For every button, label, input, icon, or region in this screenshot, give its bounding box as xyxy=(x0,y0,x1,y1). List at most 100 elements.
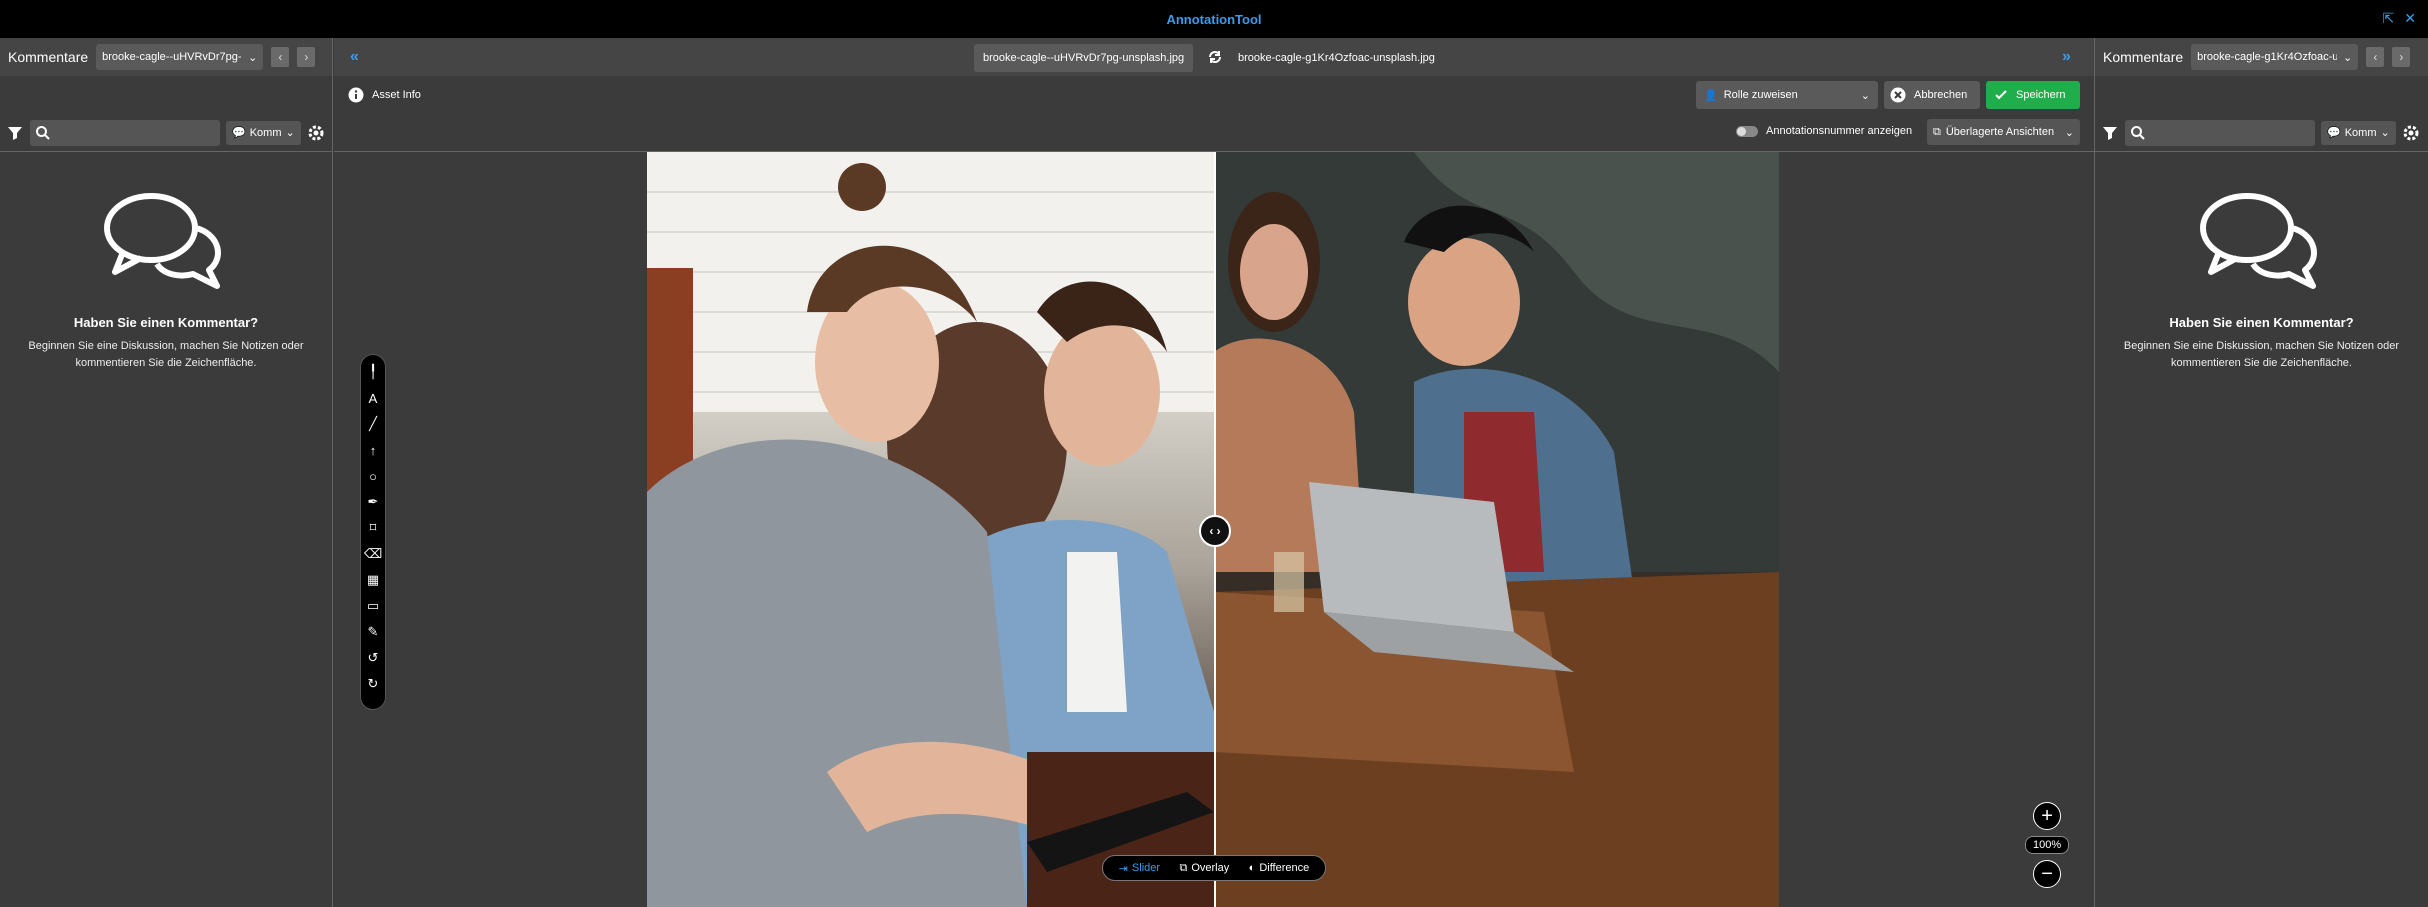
prev-file-button[interactable]: ‹ xyxy=(271,47,290,67)
speech-bubble-icon: 💬 xyxy=(2327,127,2341,139)
comments-icon xyxy=(2199,193,2317,289)
cancel-button[interactable]: Abbrechen xyxy=(1884,81,1980,109)
title-actions: ⇱ ✕ xyxy=(2383,11,2416,25)
chevron-down-icon: ⌄ xyxy=(2064,126,2074,139)
line-tool-icon[interactable]: ╱ xyxy=(365,415,381,433)
left-image xyxy=(647,152,1214,907)
chevrons-right-icon[interactable]: » xyxy=(2062,48,2071,66)
difference-mode-label: Difference xyxy=(1259,862,1310,874)
left-empty-title: Haben Sie einen Kommentar? xyxy=(73,315,259,330)
redo-icon[interactable]: ↻ xyxy=(365,675,381,693)
left-empty-line2: kommentieren Sie die Zeichenfläche. xyxy=(75,357,257,369)
comments-icon xyxy=(104,193,221,289)
gear-icon[interactable] xyxy=(307,124,325,142)
left-empty-line1: Beginnen Sie eine Diskussion, machen Sie… xyxy=(28,340,304,352)
gear-icon[interactable] xyxy=(2402,124,2420,142)
annotation-number-label: Annotationsnummer anzeigen xyxy=(1766,125,1913,137)
zoom-in-button[interactable]: + xyxy=(2033,802,2062,830)
pencil-tool-icon[interactable]: ✎ xyxy=(365,623,381,641)
overlay-view-select[interactable]: ⧉ Überlagerte Ansichten ⌄ xyxy=(1927,119,2080,145)
compare-mode-bar: ⇥ Slider ⧉ Overlay ◐ Difference xyxy=(1102,855,1326,881)
right-empty-line1: Beginnen Sie eine Diskussion, machen Sie… xyxy=(2123,340,2400,352)
asset-info-button[interactable]: Asset Info xyxy=(348,87,421,103)
compare-slider-handle[interactable]: ‹ › xyxy=(1199,515,1231,547)
left-comment-type-value: Komm xyxy=(249,126,282,139)
right-search-input[interactable] xyxy=(2125,119,2315,146)
pen-tool-icon[interactable]: ✒ xyxy=(365,493,381,511)
center-header: « brooke-cagle--uHVRvDr7pg-unsplash.jpg … xyxy=(334,38,2094,76)
check-icon xyxy=(1995,90,2007,100)
tab-right-label: brooke-cagle-g1Kr4Ozfoac-unsplash.jpg xyxy=(1238,52,1435,64)
center-tools-bar: Annotationsnummer anzeigen ⧉ Überlagerte… xyxy=(334,114,2094,152)
external-link-icon[interactable]: ⇱ xyxy=(2383,11,2395,25)
save-button[interactable]: Speichern xyxy=(1986,81,2080,109)
right-comment-type-select[interactable]: 💬 Komm ⌄ xyxy=(2321,120,2396,145)
user-icon: 👤 xyxy=(1704,89,1718,102)
tab-right-image[interactable]: brooke-cagle-g1Kr4Ozfoac-unsplash.jpg xyxy=(1229,44,1444,72)
slider-mode-button[interactable]: ⇥ Slider xyxy=(1119,862,1160,875)
polygon-tool-icon[interactable]: ⌑ xyxy=(365,519,381,537)
next-file-button[interactable]: › xyxy=(297,47,316,67)
info-icon xyxy=(348,87,364,103)
next-file-button[interactable]: › xyxy=(2392,47,2411,67)
pin-tool-icon[interactable]: ╿ xyxy=(365,363,381,381)
slider-icon: ⇥ xyxy=(1118,862,1128,875)
filter-icon[interactable] xyxy=(2101,124,2119,142)
overlay-mode-button[interactable]: ⧉ Overlay xyxy=(1179,862,1229,875)
grid-tool-icon[interactable]: ▦ xyxy=(365,571,381,589)
right-panel-spacer xyxy=(2095,76,2428,114)
chevrons-left-icon[interactable]: « xyxy=(350,48,359,66)
tab-left-label: brooke-cagle--uHVRvDr7pg-unsplash.jpg xyxy=(983,52,1185,64)
title-bar: AnnotationTool ⇱ ✕ xyxy=(0,0,2428,38)
swap-icon[interactable] xyxy=(1206,48,1224,66)
right-empty-title: Haben Sie einen Kommentar? xyxy=(2169,315,2354,330)
role-select-value: Rolle zuweisen xyxy=(1723,89,1798,101)
speech-bubble-icon: 💬 xyxy=(232,127,246,139)
canvas-stage[interactable]: ‹ › ╿ A ╱ ↑ ○ ✒ ⌑ ⌫ ▦ ▭ ✎ ↺ ↻ ⇥ Slider ⧉… xyxy=(334,152,2094,907)
right-file-select[interactable]: brooke-cagle-g1Kr4Ozfoac-unsplash.jpg ⌄ xyxy=(2191,44,2359,70)
overlay-icon: ⧉ xyxy=(1179,861,1188,874)
arrow-tool-icon[interactable]: ↑ xyxy=(365,441,381,459)
chevron-down-icon: ⌄ xyxy=(2343,51,2353,64)
right-panel-tools: 💬 Komm ⌄ xyxy=(2095,114,2428,152)
drawing-toolbar: ╿ A ╱ ↑ ○ ✒ ⌑ ⌫ ▦ ▭ ✎ ↺ ↻ xyxy=(360,354,386,710)
search-icon xyxy=(36,125,50,140)
prev-file-button[interactable]: ‹ xyxy=(2366,47,2385,67)
chevron-down-icon: ⌄ xyxy=(1860,89,1870,102)
filter-icon[interactable] xyxy=(6,124,24,142)
zoom-controls: + 100% − xyxy=(2025,802,2070,888)
asset-info-label: Asset Info xyxy=(372,89,421,101)
circle-tool-icon[interactable]: ○ xyxy=(365,467,381,485)
left-panel-title: Kommentare xyxy=(8,49,89,65)
left-comments-panel: Kommentare brooke-cagle--uHVRvDr7pg-unsp… xyxy=(0,38,333,907)
rectangle-tool-icon[interactable]: ▭ xyxy=(365,597,381,615)
people-photo-right xyxy=(1214,152,1779,907)
text-tool-icon[interactable]: A xyxy=(365,389,381,407)
chevron-down-icon: ⌄ xyxy=(248,51,258,64)
difference-icon: ◐ xyxy=(1248,862,1256,874)
zoom-out-button[interactable]: − xyxy=(2033,860,2062,888)
left-panel-header: Kommentare brooke-cagle--uHVRvDr7pg-unsp… xyxy=(0,38,332,76)
left-search-input[interactable] xyxy=(30,119,220,146)
undo-icon[interactable]: ↺ xyxy=(365,649,381,667)
right-comment-type-value: Komm xyxy=(2344,126,2377,139)
close-icon[interactable]: ✕ xyxy=(2404,11,2416,25)
left-comment-type-select[interactable]: 💬 Komm ⌄ xyxy=(226,120,301,145)
eraser-tool-icon[interactable]: ⌫ xyxy=(364,545,382,563)
overlay-view-value: Überlagerte Ansichten xyxy=(1945,126,2055,138)
annotation-number-toggle[interactable] xyxy=(1736,125,1758,137)
overlay-icon: ⧉ xyxy=(1933,125,1941,138)
right-empty-state: Haben Sie einen Kommentar? Beginnen Sie … xyxy=(2095,152,2428,372)
difference-mode-button[interactable]: ◐ Difference xyxy=(1249,862,1310,874)
app-title: AnnotationTool xyxy=(1166,11,1262,27)
chevron-down-icon: ⌄ xyxy=(285,127,295,139)
right-file-select-value: brooke-cagle-g1Kr4Ozfoac-unsplash.jpg xyxy=(2197,51,2338,63)
left-file-select[interactable]: brooke-cagle--uHVRvDr7pg-unsplash.jpg ⌄ xyxy=(96,44,264,70)
slider-mode-label: Slider xyxy=(1131,862,1161,874)
overlay-mode-label: Overlay xyxy=(1191,862,1230,874)
left-panel-spacer xyxy=(0,76,332,114)
tab-left-image[interactable]: brooke-cagle--uHVRvDr7pg-unsplash.jpg xyxy=(974,44,1194,72)
role-select[interactable]: 👤 Rolle zuweisen ⌄ xyxy=(1696,81,1878,109)
save-label: Speichern xyxy=(2016,89,2066,101)
right-image xyxy=(1214,152,1779,907)
